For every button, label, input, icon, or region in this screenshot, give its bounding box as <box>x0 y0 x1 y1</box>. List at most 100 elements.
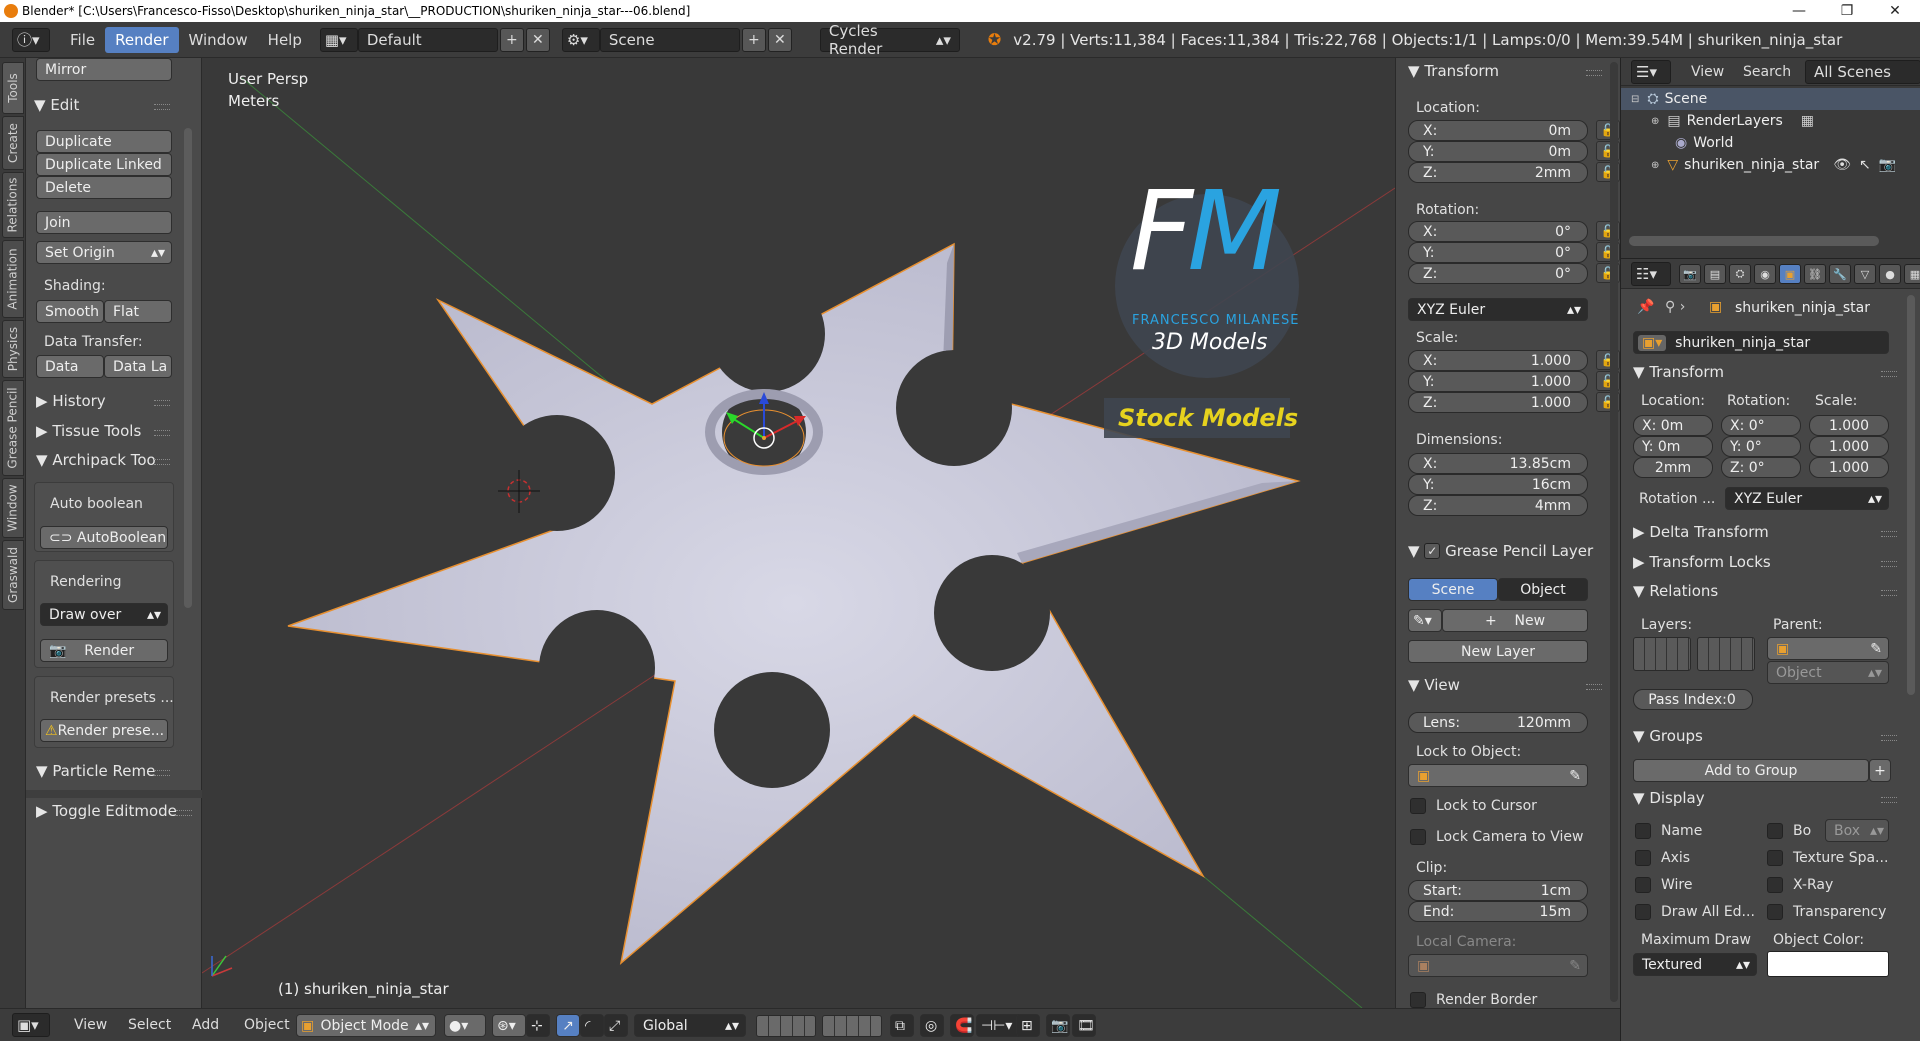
auto-boolean-button[interactable]: ⊂⊃ AutoBoolean <box>40 526 168 549</box>
outliner-filter-select[interactable]: All Scenes <box>1805 60 1920 84</box>
mirror-button[interactable]: Mirror <box>36 58 172 81</box>
scale-manipulator-icon[interactable]: ⤢ <box>604 1014 628 1037</box>
3d-viewport[interactable]: User Persp Meters FM FRANCESCO MILANESE … <box>202 58 1395 1008</box>
menu-add[interactable]: Add <box>182 1013 229 1037</box>
n-rotation-z[interactable]: Z: 0° <box>1408 263 1588 284</box>
rotate-manipulator-icon[interactable]: ◜ <box>580 1014 604 1037</box>
outliner-search-menu[interactable]: Search <box>1743 64 1791 80</box>
tool-shelf-scrollbar[interactable] <box>184 128 192 608</box>
data-button[interactable]: Data <box>36 355 104 378</box>
constraints-tab-icon[interactable]: ⛓ <box>1804 264 1826 284</box>
menu-view[interactable]: View <box>64 1013 117 1037</box>
data-layout-button[interactable]: Data La <box>104 355 172 378</box>
delta-transform-header[interactable]: ▶ Delta Transform <box>1633 523 1769 541</box>
add-to-group-button[interactable]: Add to Group <box>1633 759 1869 782</box>
panel-grip[interactable] <box>1881 561 1897 567</box>
pin-icon[interactable]: 📌 <box>1637 299 1654 315</box>
grease-scene-button[interactable]: Scene <box>1408 578 1498 601</box>
scene-icon[interactable]: ⚙▾ <box>561 27 600 52</box>
eyedropper-icon[interactable]: ✎ <box>1569 768 1581 784</box>
panel-grip[interactable] <box>176 810 192 816</box>
proportional-edit-icon[interactable]: ◎ <box>920 1014 944 1037</box>
add-group-plus-icon[interactable]: + <box>1869 759 1891 782</box>
panel-grip[interactable] <box>154 400 170 406</box>
relations-header[interactable]: ▼ Relations <box>1633 582 1718 600</box>
layer-grid-right[interactable] <box>1697 637 1755 671</box>
set-origin-dropdown[interactable]: Set Origin ▴▾ <box>36 241 172 264</box>
render-engine-select[interactable]: Cycles Render ▴▾ <box>819 22 960 58</box>
tab-grease-pencil[interactable]: Grease Pencil <box>2 380 24 476</box>
lock-camera-checkbox[interactable] <box>1410 829 1426 845</box>
n-dimension-y[interactable]: Y: 16cm <box>1408 474 1588 495</box>
join-button[interactable]: Join <box>36 211 172 234</box>
remove-scene-icon[interactable]: ✕ <box>767 27 792 52</box>
props-rot-x[interactable]: X: 0° <box>1721 415 1801 436</box>
data-tab-icon[interactable]: ▽ <box>1854 264 1876 284</box>
select-arrow-icon[interactable]: ↖ <box>1859 157 1871 173</box>
render-camera-icon[interactable]: 📷 <box>1879 157 1896 173</box>
n-location-z[interactable]: Z: 2mm <box>1408 162 1588 183</box>
add-layout-icon[interactable]: + <box>499 27 524 52</box>
grease-pencil-layer-header[interactable]: ▼ ✓ Grease Pencil Layer <box>1408 542 1593 560</box>
tab-tools[interactable]: Tools <box>2 62 24 114</box>
props-loc-x[interactable]: X: 0m <box>1633 415 1713 436</box>
opengl-render-anim-icon[interactable]: 🎞 <box>1072 1014 1096 1037</box>
render-presets-button[interactable]: ⚠ Render prese... <box>40 719 168 742</box>
pivot-point-dropdown[interactable]: ⊛▾ <box>492 1014 526 1037</box>
render-border-checkbox[interactable] <box>1410 992 1426 1008</box>
n-scale-z[interactable]: Z: 1.000 <box>1408 392 1588 413</box>
panel-grip[interactable] <box>154 430 170 436</box>
menu-render[interactable]: Render <box>105 26 179 53</box>
tab-create[interactable]: Create <box>2 116 24 170</box>
mode-dropdown[interactable]: ▣ Object Mode ▴▾ <box>296 1014 436 1037</box>
local-camera-field[interactable]: ▣ ✎ <box>1408 954 1588 977</box>
layer-grid-left[interactable] <box>1633 637 1691 671</box>
new-layer-button[interactable]: New Layer <box>1408 640 1588 663</box>
tab-window[interactable]: Window <box>2 478 24 538</box>
panel-grip[interactable] <box>1881 735 1897 741</box>
n-dimension-z[interactable]: Z: 4mm <box>1408 495 1588 516</box>
manipulator-toggle-icon[interactable]: ⊹ <box>526 1014 550 1037</box>
lock-layers-icon[interactable]: ⧉ <box>890 1014 914 1037</box>
smooth-button[interactable]: Smooth <box>36 300 104 323</box>
props-scl-z[interactable]: 1.000 <box>1809 457 1889 478</box>
bounds-checkbox[interactable] <box>1767 823 1783 839</box>
outliner-row-world[interactable]: ◉ World <box>1621 132 1920 154</box>
display-header[interactable]: ▼ Display <box>1633 789 1705 807</box>
editor-type-info[interactable]: ⓘ▾ <box>12 27 50 52</box>
render-tab-icon[interactable]: 📷 <box>1679 264 1701 284</box>
object-color-swatch[interactable] <box>1767 951 1889 977</box>
n-transform-header[interactable]: ▼ Transform <box>1408 62 1499 80</box>
pass-index-field[interactable]: Pass Index:0 <box>1633 689 1753 710</box>
outliner-hscrollbar[interactable] <box>1629 236 1879 246</box>
outliner-view-menu[interactable]: View <box>1691 64 1724 80</box>
axis-checkbox[interactable] <box>1635 850 1651 866</box>
tab-animation[interactable]: Animation <box>2 240 24 318</box>
object-tab-icon[interactable]: ▣ <box>1779 264 1801 284</box>
scene-select[interactable]: Scene <box>599 27 740 52</box>
panel-grip[interactable] <box>1881 531 1897 537</box>
n-rotation-mode-dropdown[interactable]: XYZ Euler ▴▾ <box>1408 298 1588 321</box>
panel-grip[interactable] <box>1881 590 1897 596</box>
toggle-editmode-header[interactable]: ▶ Toggle Editmode <box>36 802 177 820</box>
panel-grip[interactable] <box>1586 70 1602 76</box>
props-loc-y[interactable]: Y: 0m <box>1633 436 1713 457</box>
archipack-panel-header[interactable]: ▼ Archipack Too <box>36 451 156 469</box>
grease-object-button[interactable]: Object <box>1498 578 1588 601</box>
render-button[interactable]: 📷 Render <box>40 639 168 662</box>
maximum-draw-dropdown[interactable]: Textured ▴▾ <box>1633 953 1757 976</box>
maximize-icon[interactable]: ❐ <box>1824 0 1870 22</box>
props-rot-y[interactable]: Y: 0° <box>1721 436 1801 457</box>
panel-grip[interactable] <box>1881 371 1897 377</box>
tab-graswald[interactable]: Graswald <box>2 540 24 610</box>
menu-object[interactable]: Object <box>234 1013 300 1037</box>
texture-space-checkbox[interactable] <box>1767 850 1783 866</box>
layout-select[interactable]: Default <box>357 27 498 52</box>
bounds-type-dropdown[interactable]: Box ▴▾ <box>1825 819 1889 842</box>
name-checkbox[interactable] <box>1635 823 1651 839</box>
n-rotation-x[interactable]: X: 0° <box>1408 221 1588 242</box>
n-scale-x[interactable]: X: 1.000 <box>1408 350 1588 371</box>
eyedropper-icon[interactable]: ✎ <box>1870 641 1882 657</box>
outliner-editor-type[interactable]: ☰▾ <box>1631 60 1671 84</box>
history-panel-header[interactable]: ▶ History <box>36 392 106 410</box>
